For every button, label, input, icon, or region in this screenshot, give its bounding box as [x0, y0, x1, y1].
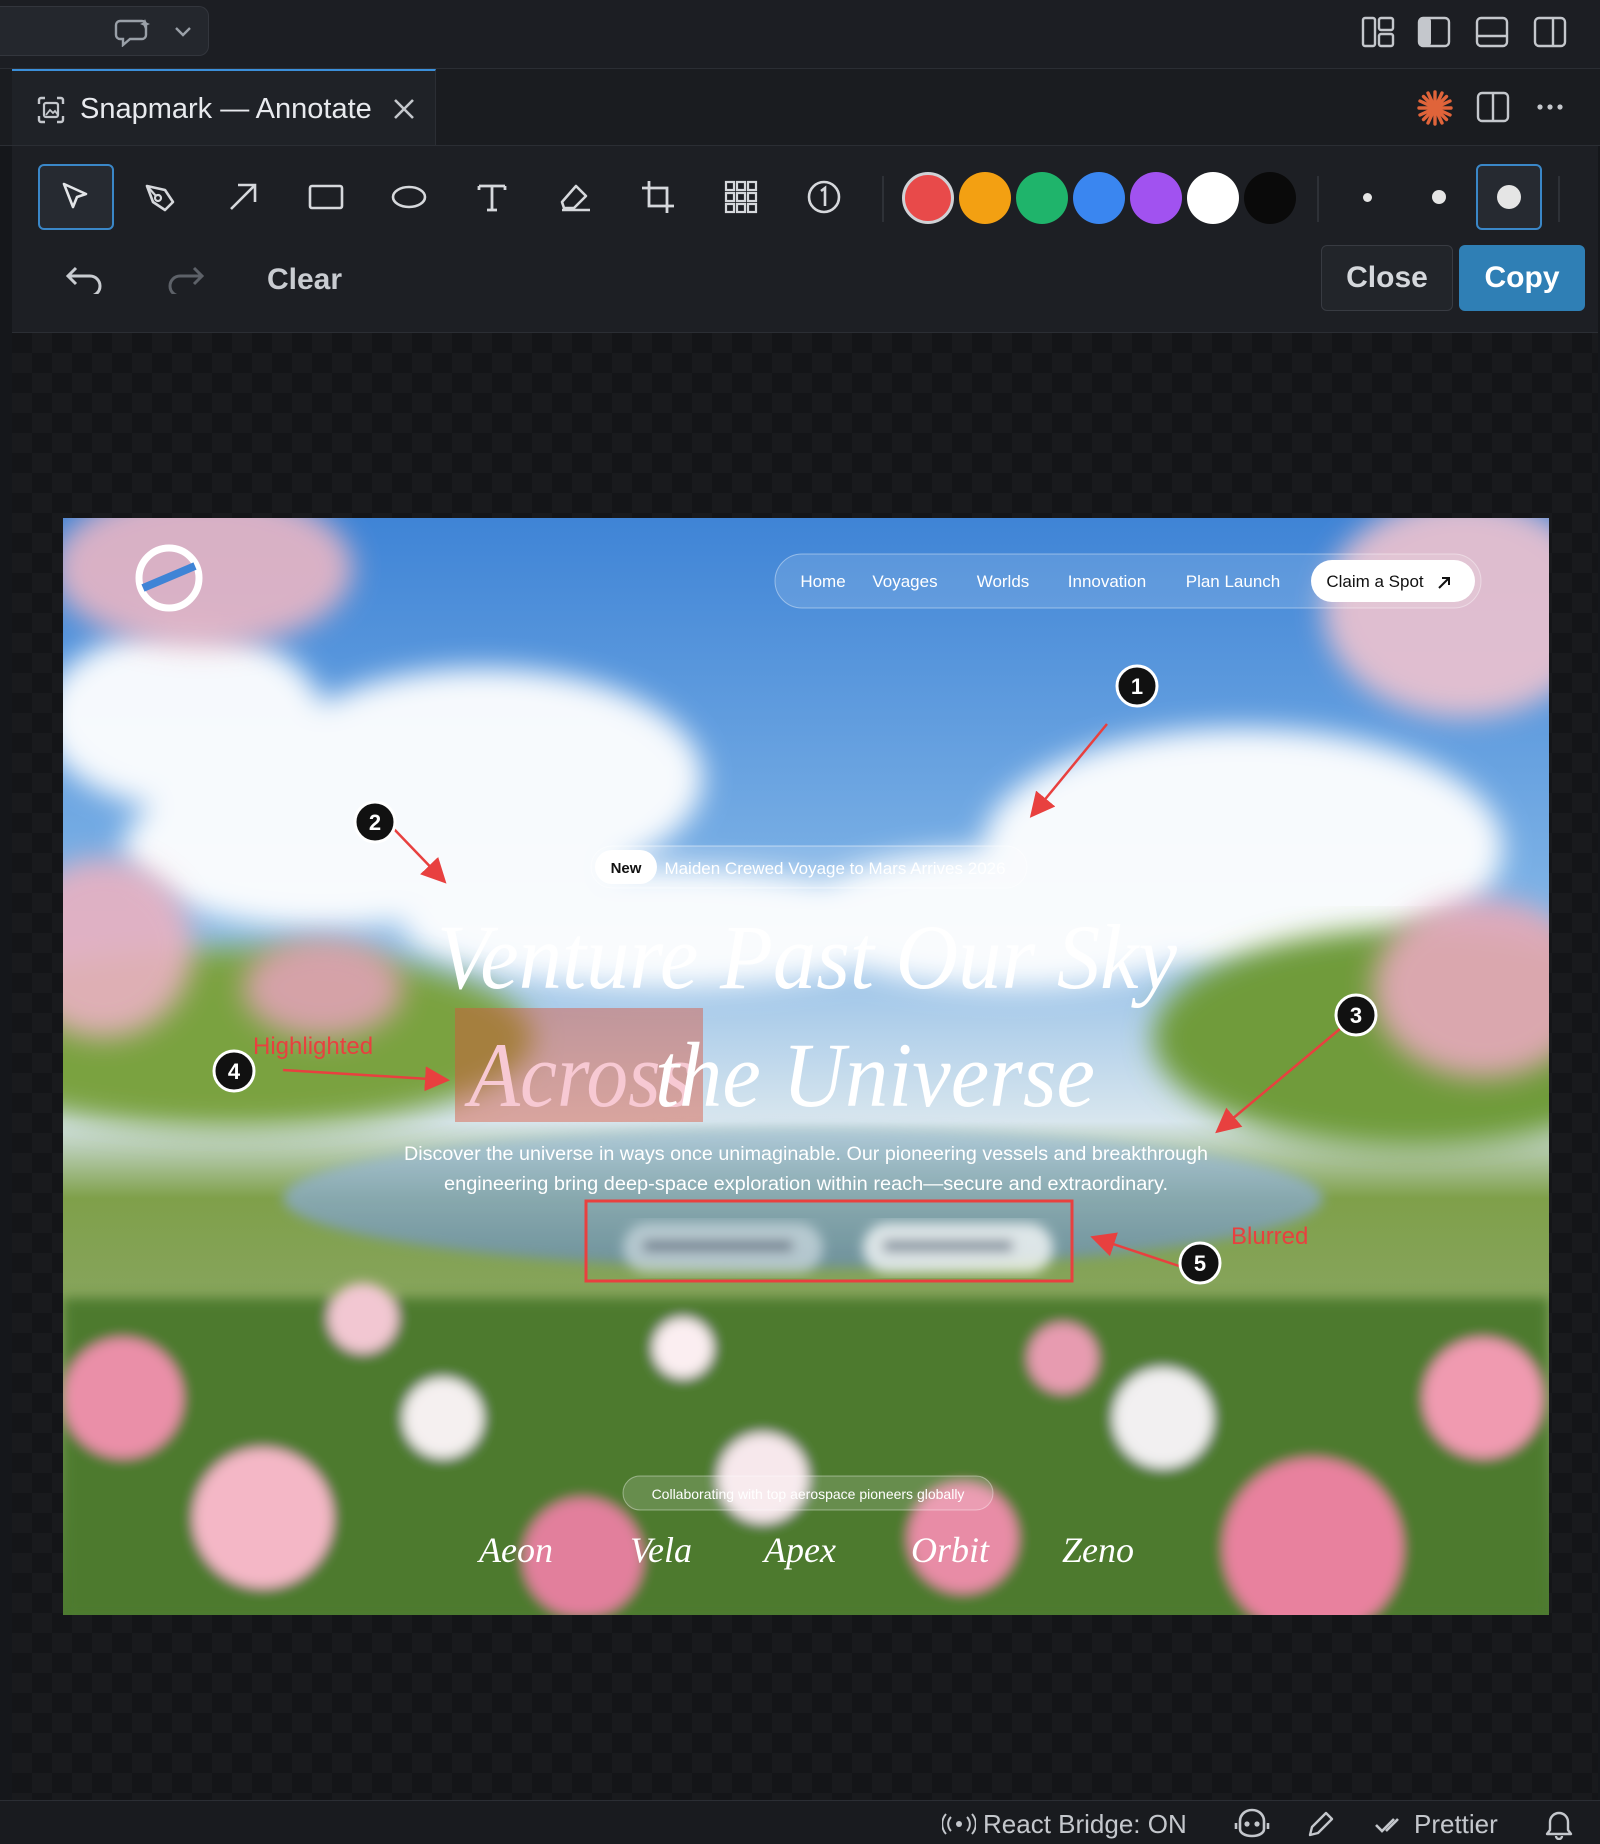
color-white[interactable] — [1187, 172, 1239, 224]
toolbar-divider — [1317, 176, 1319, 222]
cursor-icon — [59, 180, 93, 214]
svg-text:2: 2 — [369, 810, 381, 835]
color-black[interactable] — [1244, 172, 1296, 224]
title-bar — [0, 0, 1600, 69]
color-purple[interactable] — [1130, 172, 1182, 224]
color-blue[interactable] — [1073, 172, 1125, 224]
arrow-tool[interactable] — [205, 164, 281, 230]
svg-text:1: 1 — [1131, 674, 1143, 699]
editor-tab-bar: Snapmark — Annotate — [0, 69, 1600, 146]
badge-text: Maiden Crewed Voyage to Mars Arrives 202… — [664, 859, 1005, 878]
redo-icon[interactable] — [166, 264, 206, 294]
crop-tool[interactable] — [620, 164, 696, 230]
tab-snapmark-annotate[interactable]: Snapmark — Annotate — [12, 69, 436, 145]
partner-logo: Apex — [762, 1530, 836, 1570]
nav-plan-launch[interactable]: Plan Launch — [1186, 572, 1281, 591]
step-counter-tool[interactable] — [786, 164, 862, 230]
hero-headline-line2: the Universe — [655, 1024, 1095, 1126]
ellipse-icon — [390, 183, 428, 211]
partner-logo: Orbit — [911, 1530, 990, 1570]
split-editor-icon[interactable] — [1476, 91, 1510, 123]
text-icon — [475, 180, 509, 214]
crop-icon — [640, 179, 676, 215]
nav-voyages[interactable]: Voyages — [872, 572, 937, 591]
close-button[interactable]: Close — [1321, 245, 1453, 311]
bell-icon[interactable] — [1544, 1808, 1574, 1840]
tab-title: Snapmark — Annotate — [80, 93, 372, 125]
copy-button[interactable]: Copy — [1459, 245, 1585, 311]
copilot-icon[interactable] — [1234, 1807, 1270, 1839]
partner-logo: Vela — [630, 1530, 692, 1570]
highlight-label[interactable]: Highlighted — [253, 1033, 373, 1060]
toolbar-divider — [1558, 176, 1560, 222]
nav-worlds[interactable]: Worlds — [977, 572, 1030, 591]
claim-spot-label: Claim a Spot — [1326, 572, 1424, 591]
partner-logo: Aeon — [477, 1530, 553, 1570]
step-marker-4[interactable]: 4 — [212, 1049, 256, 1093]
hero-subtitle-line1: Discover the universe in ways once unima… — [404, 1144, 1208, 1165]
undo-icon[interactable] — [64, 264, 104, 294]
highlighter-tool[interactable] — [537, 164, 613, 230]
step-marker-2[interactable]: 2 — [353, 800, 397, 844]
nav-innovation[interactable]: Innovation — [1068, 572, 1146, 591]
step-marker-3[interactable]: 3 — [1334, 993, 1378, 1037]
chat-selector[interactable] — [0, 6, 209, 56]
rectangle-tool[interactable] — [288, 164, 364, 230]
svg-text:3: 3 — [1350, 1003, 1362, 1028]
close-tab-icon[interactable] — [392, 97, 416, 121]
toggle-secondary-sidebar-icon[interactable] — [1532, 14, 1568, 50]
claude-sparkle-icon[interactable] — [1416, 89, 1454, 127]
ellipse-tool[interactable] — [371, 164, 447, 230]
chevron-down-icon[interactable] — [174, 26, 192, 38]
stroke-size-medium[interactable] — [1406, 164, 1472, 230]
step-marker-5[interactable]: 5 — [1178, 1241, 1222, 1285]
clear-button[interactable]: Clear — [267, 263, 342, 297]
hero-headline-line1: Venture Past Our Sky — [437, 906, 1177, 1008]
chat-sparkle-icon — [114, 17, 154, 47]
blur-label[interactable]: Blurred — [1231, 1223, 1308, 1250]
svg-text:5: 5 — [1194, 1251, 1206, 1276]
screenshot-icon — [36, 95, 66, 125]
partner-logo: Zeno — [1062, 1530, 1134, 1570]
arrow-icon — [226, 180, 260, 214]
edit-pencil-icon[interactable] — [1306, 1809, 1336, 1839]
react-bridge-status[interactable]: React Bridge: ON — [983, 1809, 1187, 1840]
svg-text:4: 4 — [228, 1059, 241, 1084]
broadcast-icon — [942, 1813, 976, 1835]
badge-new: New — [611, 860, 642, 877]
blur-tool[interactable] — [703, 164, 779, 230]
color-green[interactable] — [1016, 172, 1068, 224]
pen-tool[interactable] — [122, 164, 198, 230]
toggle-panel-icon[interactable] — [1474, 14, 1510, 50]
prettier-status[interactable]: Prettier — [1414, 1809, 1498, 1840]
nav-home[interactable]: Home — [800, 572, 845, 591]
stroke-size-small[interactable] — [1334, 164, 1400, 230]
highlighter-icon — [556, 180, 594, 214]
select-tool[interactable] — [38, 164, 114, 230]
annotated-screenshot[interactable]: Home Voyages Worlds Innovation Plan Laun… — [63, 518, 1549, 1615]
double-check-icon — [1374, 1815, 1406, 1835]
color-orange[interactable] — [959, 172, 1011, 224]
more-actions-icon[interactable] — [1536, 103, 1564, 111]
toggle-primary-sidebar-icon[interactable] — [1416, 14, 1452, 50]
hero-subtitle-line2: engineering bring deep-space exploration… — [444, 1174, 1168, 1195]
step-marker-1[interactable]: 1 — [1115, 664, 1159, 708]
rectangle-icon — [308, 183, 344, 211]
customize-layout-icon[interactable] — [1360, 14, 1396, 50]
status-bar: React Bridge: ON Prettier — [0, 1800, 1600, 1844]
pixelate-grid-icon — [724, 180, 758, 214]
stroke-size-large[interactable] — [1476, 164, 1542, 230]
toolbar-divider — [882, 176, 884, 222]
annotation-canvas[interactable]: Home Voyages Worlds Innovation Plan Laun… — [12, 333, 1598, 1800]
pen-icon — [141, 178, 179, 216]
color-red[interactable] — [902, 172, 954, 224]
annotation-toolbar: Clear Close Copy — [12, 146, 1598, 333]
partners-caption: Collaborating with top aerospace pioneer… — [652, 1486, 965, 1502]
text-tool[interactable] — [454, 164, 530, 230]
numbered-step-icon — [806, 179, 842, 215]
